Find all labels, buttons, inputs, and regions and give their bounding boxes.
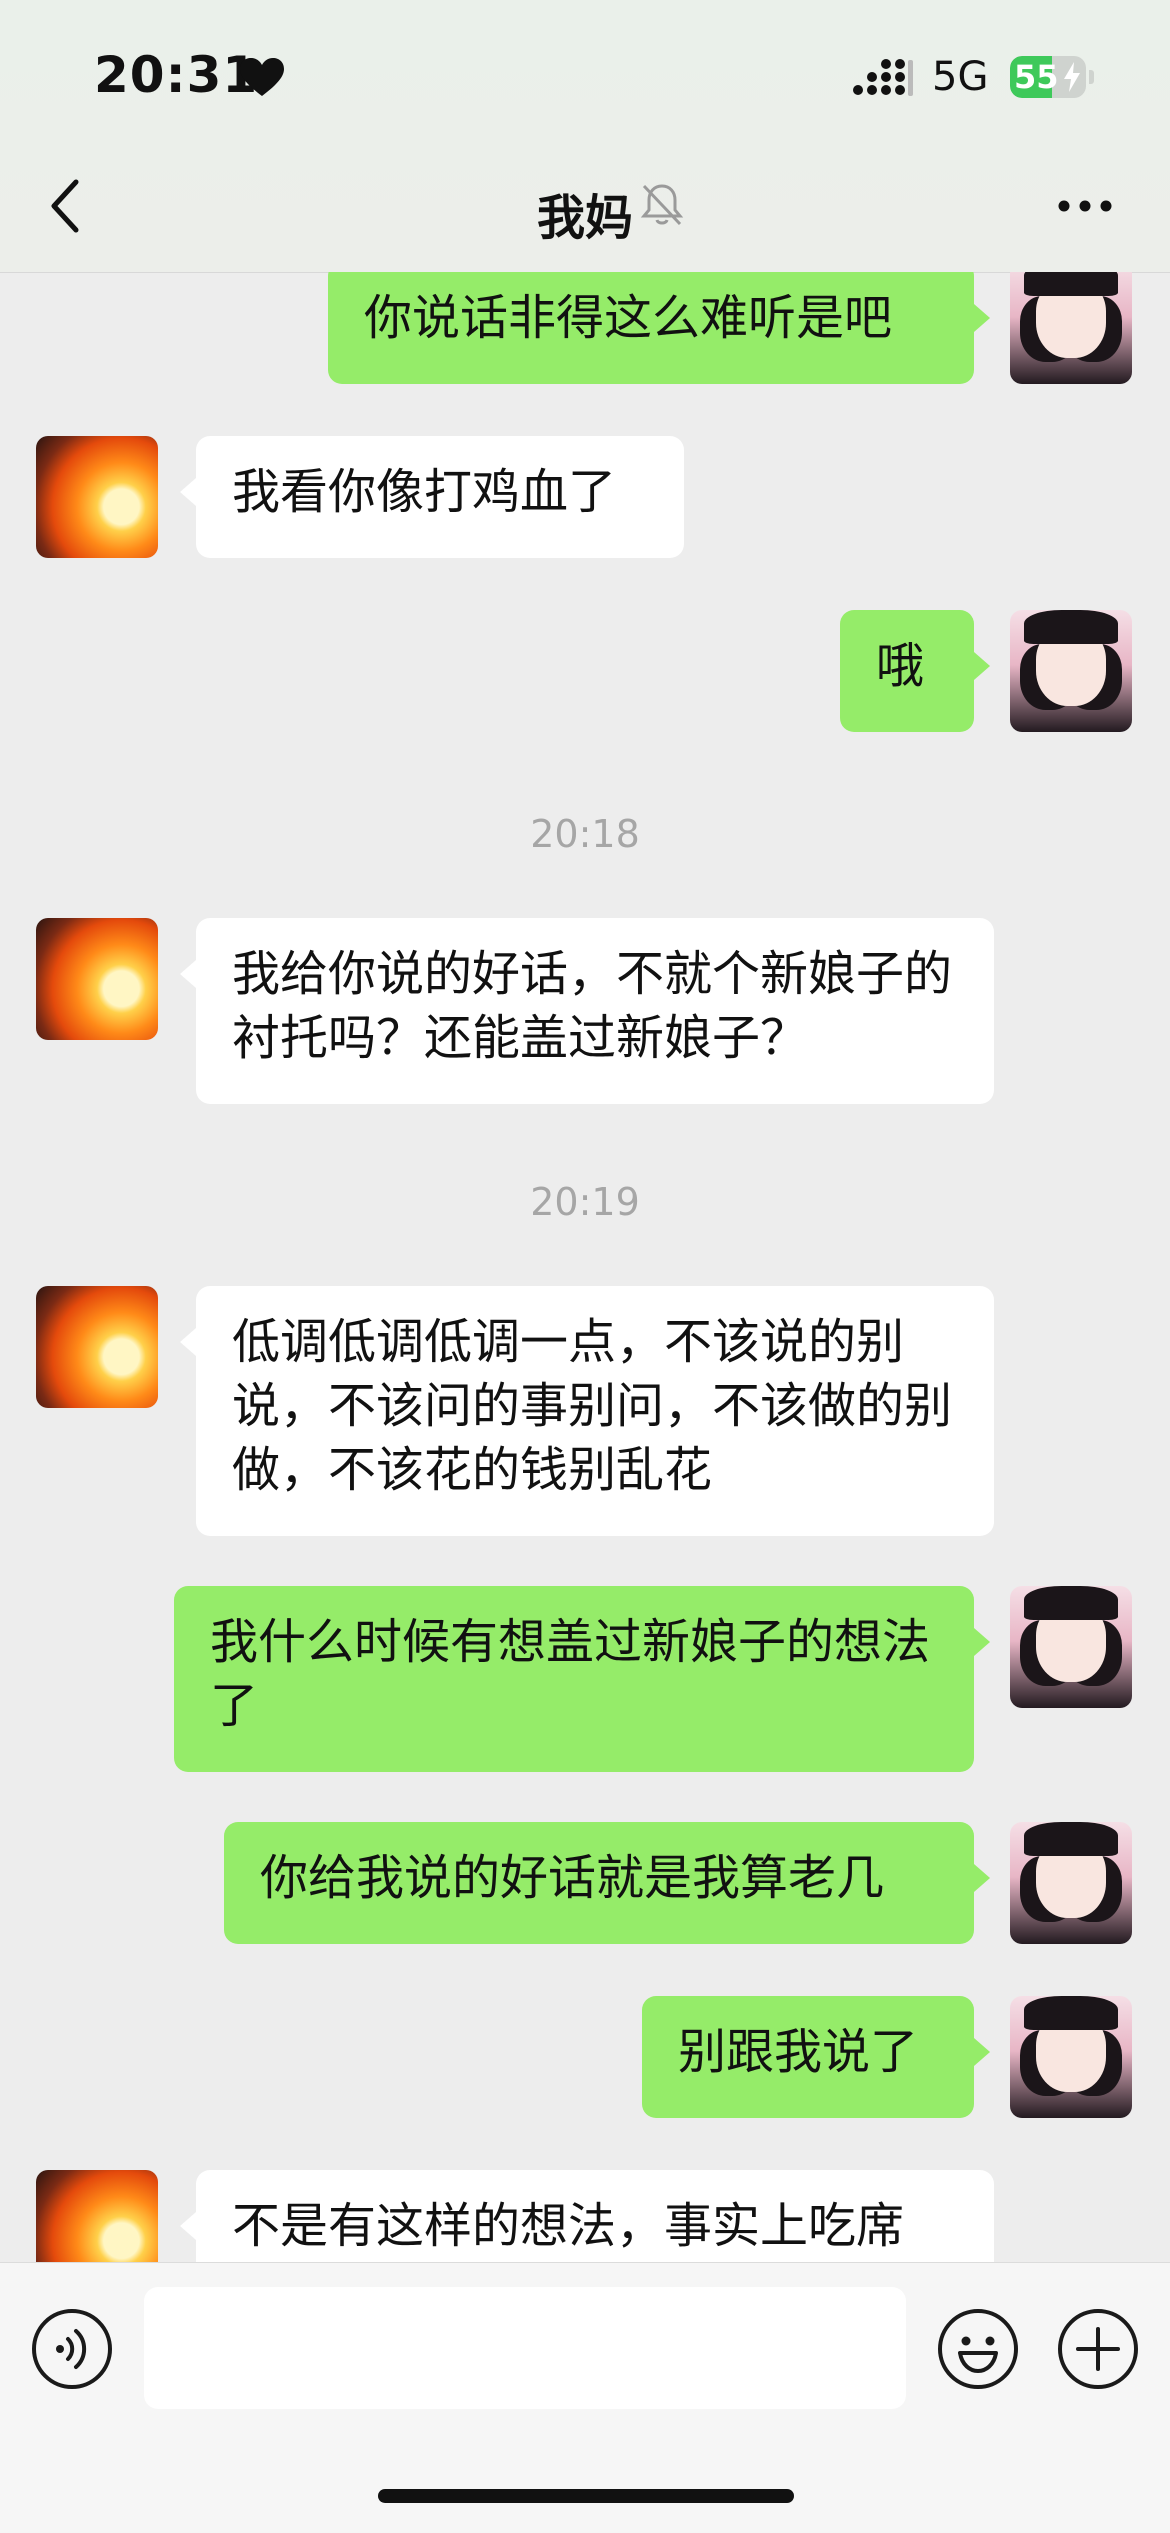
my-avatar[interactable] [1010, 272, 1132, 384]
network-label: 5G [932, 54, 989, 100]
top-bar: 20:31 5G 55 我妈 [0, 0, 1170, 273]
contact-avatar[interactable] [36, 2170, 158, 2262]
message-input[interactable] [144, 2287, 906, 2409]
signal-icon [853, 59, 913, 96]
home-indicator[interactable] [378, 2489, 794, 2503]
voice-icon[interactable] [30, 2307, 114, 2391]
contact-avatar[interactable] [36, 1286, 158, 1408]
message-text: 我看你像打鸡血了 [232, 464, 617, 520]
input-bar [0, 2262, 1170, 2533]
message-text: 别跟我说了 [678, 2024, 919, 2080]
sent-bubble[interactable]: 你说话非得这么难听是吧 [328, 272, 990, 384]
message-text: 你给我说的好话就是我算老几 [260, 1850, 885, 1906]
contact-avatar[interactable] [36, 918, 158, 1040]
battery-level: 55 [1014, 58, 1059, 96]
chat-title: 我妈 [536, 190, 633, 246]
received-bubble[interactable]: 我看你像打鸡血了 [180, 436, 684, 558]
sent-bubble[interactable]: 你给我说的好话就是我算老几 [224, 1822, 990, 1944]
status-time: 20:31 [94, 46, 259, 104]
battery-indicator: 55 [1010, 56, 1086, 98]
timestamp: 20:18 [530, 812, 640, 856]
sent-bubble[interactable]: 别跟我说了 [642, 1996, 990, 2118]
heart-icon [240, 58, 284, 96]
message-text: 我什么时候有想盖过新娘子的想法了 [210, 1614, 931, 1734]
received-bubble[interactable]: 我给你说的好话，不就个新娘子的衬托吗？还能盖过新娘子？ [180, 918, 994, 1104]
charging-bolt-icon [1064, 62, 1080, 92]
plus-icon[interactable] [1056, 2307, 1140, 2391]
message-text: 不是有这样的想法，事实上吃席 [232, 2198, 905, 2254]
contact-avatar[interactable] [36, 436, 158, 558]
sent-bubble[interactable]: 哦 [840, 610, 990, 732]
my-avatar[interactable] [1010, 1822, 1132, 1944]
message-text: 你说话非得这么难听是吧 [364, 290, 893, 346]
chat-area[interactable]: 你说话非得这么难听是吧 我看你像打鸡血了 哦 20:18 我给你说的好话，不就个… [0, 272, 1170, 2262]
received-bubble[interactable]: 不是有这样的想法，事实上吃席 [180, 2170, 994, 2262]
received-bubble[interactable]: 低调低调低调一点，不该说的别说，不该问的事别问，不该做的别做，不该花的钱别乱花 [180, 1286, 994, 1536]
my-avatar[interactable] [1010, 1586, 1132, 1708]
sent-bubble[interactable]: 我什么时候有想盖过新娘子的想法了 [174, 1586, 990, 1772]
timestamp: 20:19 [530, 1180, 640, 1224]
message-text: 哦 [876, 638, 925, 694]
my-avatar[interactable] [1010, 1996, 1132, 2118]
message-text: 我给你说的好话，不就个新娘子的衬托吗？还能盖过新娘子？ [232, 946, 953, 1066]
emoji-icon[interactable] [936, 2307, 1020, 2391]
battery-cap [1089, 70, 1094, 84]
mute-bell-icon [640, 184, 684, 226]
message-text: 低调低调低调一点，不该说的别说，不该问的事别问，不该做的别做，不该花的钱别乱花 [232, 1314, 953, 1498]
ellipsis-icon[interactable] [1056, 196, 1114, 216]
my-avatar[interactable] [1010, 610, 1132, 732]
